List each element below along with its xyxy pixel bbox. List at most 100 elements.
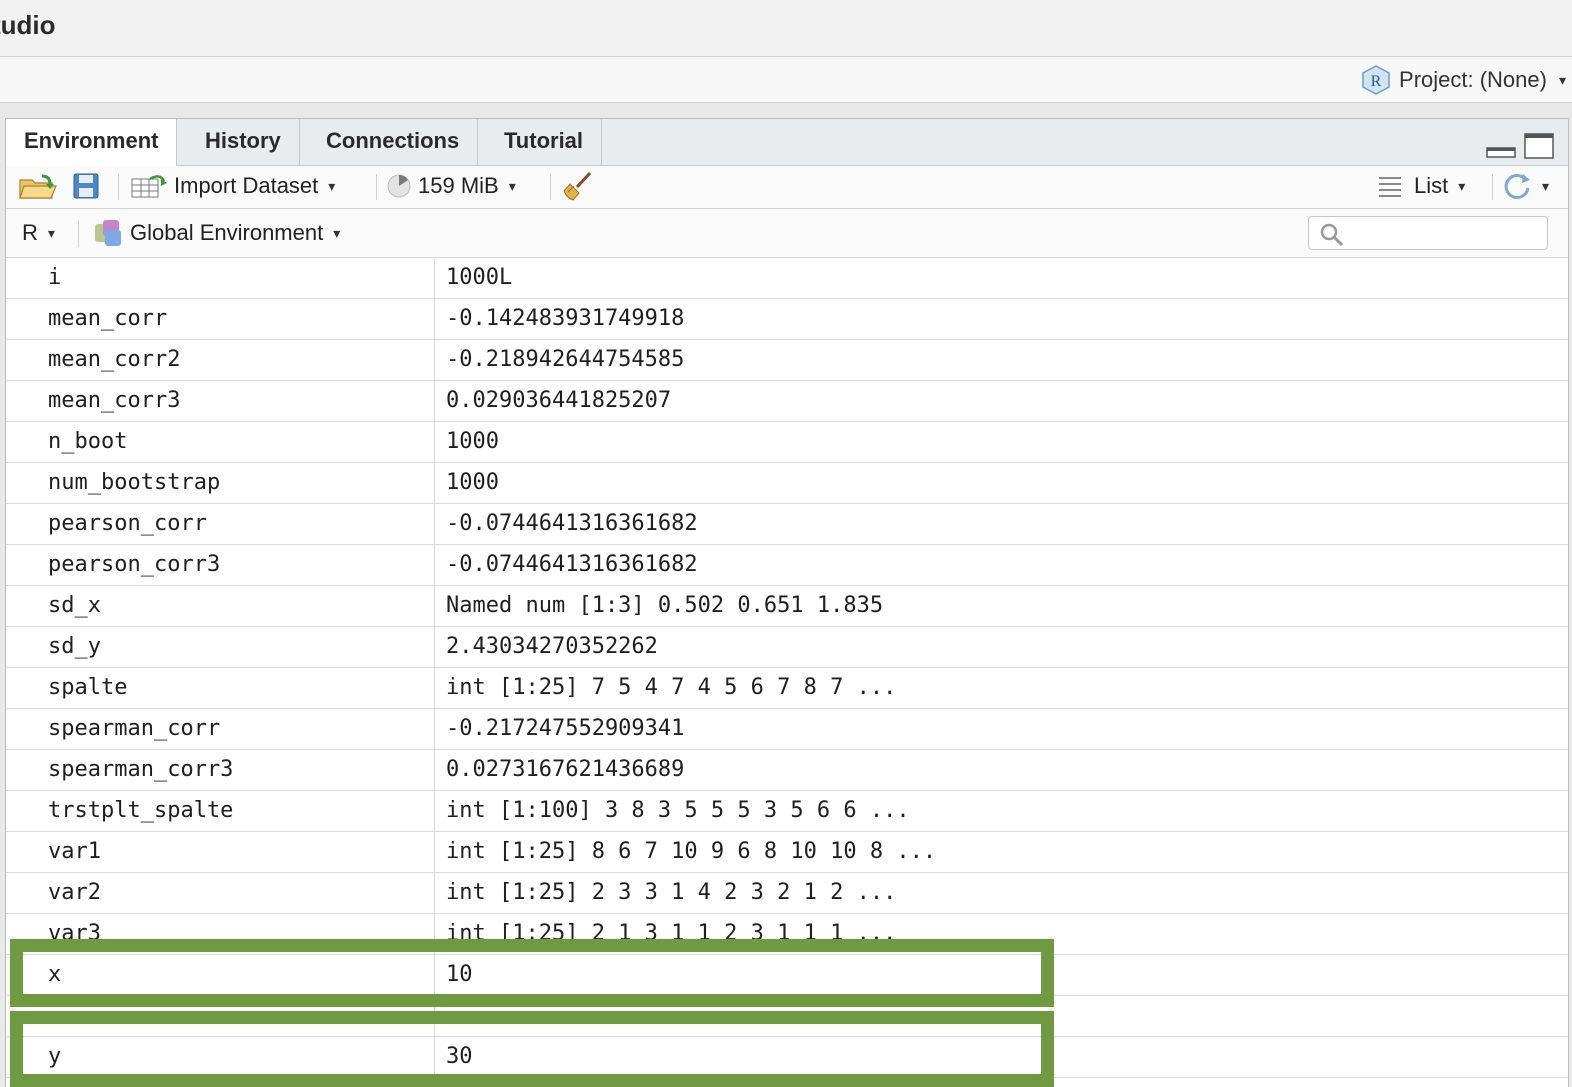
column-divider: [434, 1037, 435, 1077]
variable-name: mean_corr3: [48, 388, 181, 413]
toolbar-separator: [376, 174, 377, 200]
table-row[interactable]: n_boot 1000: [6, 422, 1568, 463]
variable-name: trstplt_spalte: [48, 798, 234, 823]
search-input[interactable]: [1349, 220, 1543, 248]
column-divider: [434, 832, 435, 872]
column-divider: [434, 545, 435, 585]
toolbar-separator: [78, 221, 79, 247]
variable-value: 30: [446, 1044, 473, 1069]
table-row[interactable]: sd_x Named num [1:3] 0.502 0.651 1.835: [6, 586, 1568, 627]
table-row[interactable]: spalte int [1:25] 7 5 4 7 4 5 6 7 8 7 ...: [6, 668, 1568, 709]
view-mode-menu[interactable]: List ▾: [1378, 166, 1465, 206]
variable-value: 1000: [446, 429, 499, 454]
maximize-icon[interactable]: [1524, 133, 1554, 159]
chevron-down-icon: ▾: [328, 177, 336, 194]
open-folder-icon: [19, 174, 57, 199]
table-row[interactable]: var2 int [1:25] 2 3 3 1 4 2 3 2 1 2 ...: [6, 873, 1568, 914]
table-row[interactable]: i 1000L: [6, 258, 1568, 299]
project-label: Project: (None): [1399, 67, 1547, 92]
tab-history[interactable]: History: [187, 119, 300, 165]
column-divider: [434, 791, 435, 831]
variable-value: int [1:25] 2 1 3 1 1 2 3 1 1 1 ...: [446, 921, 897, 946]
table-row[interactable]: pearson_corr -0.0744641316361682: [6, 504, 1568, 545]
variable-name: mean_corr2: [48, 347, 181, 372]
save-workspace-button[interactable]: [72, 166, 100, 206]
variable-value: int [1:100] 3 8 3 5 5 5 3 5 6 6 ...: [446, 798, 910, 823]
table-row[interactable]: spearman_corr3 0.0273167621436689: [6, 750, 1568, 791]
chevron-down-icon: ▾: [333, 224, 341, 241]
memory-usage-button[interactable]: 159 MiB ▾: [386, 166, 516, 206]
column-divider: [434, 750, 435, 790]
refresh-button[interactable]: ▾: [1502, 166, 1549, 206]
import-dataset-label: Import Dataset: [174, 173, 319, 198]
search-box[interactable]: [1308, 216, 1548, 250]
table-row[interactable]: num_bootstrap 1000: [6, 463, 1568, 504]
variable-value: int [1:25] 2 3 3 1 4 2 3 2 1 2 ...: [446, 880, 897, 905]
variable-value: 1000L: [446, 265, 513, 290]
table-row[interactable]: x 10: [6, 955, 1568, 996]
load-workspace-button[interactable]: [18, 166, 58, 206]
variable-value: 1000: [446, 470, 499, 495]
variable-value: int [1:25] 8 6 7 10 9 6 8 10 10 8 ...: [446, 839, 937, 864]
project-menu[interactable]: R Project: (None) ▾: [1361, 64, 1566, 96]
tab-environment[interactable]: Environment: [6, 119, 178, 166]
view-mode-label: List: [1414, 173, 1449, 198]
variable-value: -0.0744641316361682: [446, 552, 698, 577]
table-row[interactable]: y 30: [6, 1037, 1568, 1078]
window-title: tudio: [0, 10, 56, 40]
chevron-down-icon: ▾: [1458, 177, 1466, 194]
column-divider: [434, 996, 435, 1036]
variable-name: spearman_corr: [48, 716, 221, 741]
variable-name: spalte: [48, 675, 128, 700]
column-divider: [434, 381, 435, 421]
r-project-icon: R: [1362, 65, 1390, 95]
toolbar-separator: [550, 174, 551, 200]
variable-name: sd_y: [48, 634, 101, 659]
variable-name: pearson_corr3: [48, 552, 221, 577]
column-divider: [434, 955, 435, 995]
language-menu[interactable]: R ▾: [22, 213, 55, 253]
variable-value: -0.142483931749918: [446, 306, 685, 331]
import-table-icon: [131, 175, 167, 198]
table-row[interactable]: mean_corr3 0.029036441825207: [6, 381, 1568, 422]
minimize-icon[interactable]: [1486, 145, 1516, 159]
chevron-down-icon: ▾: [508, 177, 516, 194]
table-row[interactable]: var1 int [1:25] 8 6 7 10 9 6 8 10 10 8 ..…: [6, 832, 1568, 873]
variable-value: int [1:25] 7 5 4 7 4 5 6 7 8 7 ...: [446, 675, 897, 700]
column-divider: [434, 586, 435, 626]
variable-name: var2: [48, 880, 101, 905]
column-divider: [434, 504, 435, 544]
tab-tutorial[interactable]: Tutorial: [486, 119, 603, 165]
chevron-down-icon: ▾: [1542, 177, 1550, 194]
variable-name: mean_corr: [48, 306, 168, 331]
svg-text:R: R: [1371, 73, 1382, 90]
tab-connections[interactable]: Connections: [308, 119, 479, 165]
variable-value: -0.0744641316361682: [446, 511, 698, 536]
variable-name: spearman_corr3: [48, 757, 234, 782]
variable-name: pearson_corr: [48, 511, 207, 536]
list-icon: [1379, 177, 1401, 197]
variable-value: -0.218942644754585: [446, 347, 685, 372]
column-divider: [434, 627, 435, 667]
table-row[interactable]: mean_corr2 -0.218942644754585: [6, 340, 1568, 381]
table-row[interactable]: trstplt_spalte int [1:100] 3 8 3 5 5 5 3 …: [6, 791, 1568, 832]
column-divider: [434, 299, 435, 339]
chevron-down-icon: ▾: [1558, 71, 1566, 88]
table-row[interactable]: var3 int [1:25] 2 1 3 1 1 2 3 1 1 1 ...: [6, 914, 1568, 955]
toolbar-separator: [118, 174, 119, 200]
column-divider: [434, 873, 435, 913]
project-bar: R Project: (None) ▾: [0, 57, 1572, 103]
table-row[interactable]: spearman_corr -0.217247552909341: [6, 709, 1568, 750]
broom-icon: [563, 171, 592, 201]
table-row[interactable]: [6, 996, 1568, 1037]
table-row[interactable]: sd_y 2.43034270352262: [6, 627, 1568, 668]
chevron-down-icon: ▾: [47, 224, 55, 241]
environment-menu[interactable]: Global Environment ▾: [92, 213, 340, 253]
column-divider: [434, 709, 435, 749]
table-row[interactable]: pearson_corr3 -0.0744641316361682: [6, 545, 1568, 586]
import-dataset-button[interactable]: Import Dataset ▾: [130, 166, 335, 206]
table-row[interactable]: mean_corr -0.142483931749918: [6, 299, 1568, 340]
variable-name: i: [48, 265, 62, 290]
clear-workspace-button[interactable]: [562, 166, 594, 206]
variable-value: 10: [446, 962, 473, 987]
